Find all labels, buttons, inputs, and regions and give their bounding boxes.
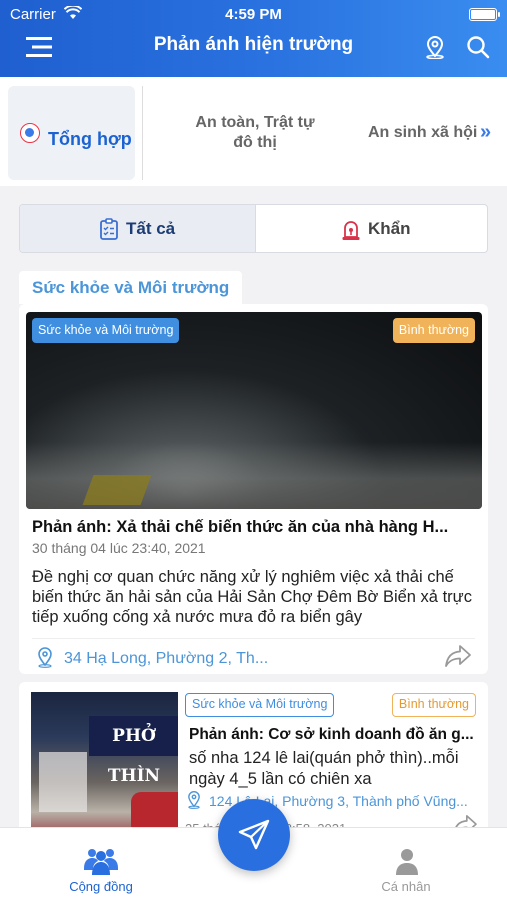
search-icon[interactable] <box>466 35 490 59</box>
share-icon[interactable] <box>444 644 472 668</box>
category-bar: Tổng hợp An toàn, Trật tự đô thị An sinh… <box>0 77 507 186</box>
location-pin-icon[interactable] <box>424 35 446 59</box>
tab-all[interactable]: Tất cả <box>20 205 255 252</box>
category-tab-tong-hop[interactable]: Tổng hợp <box>8 86 135 180</box>
category-badge: Sức khỏe và Môi trường <box>32 318 180 343</box>
status-bar: Carrier 4:59 PM <box>0 4 507 24</box>
post-thumbnail: PHỞ THÌN <box>31 692 178 842</box>
group-icon <box>84 849 118 875</box>
priority-badge: Bình thường <box>391 693 476 717</box>
nav-community[interactable]: Cộng đồng <box>40 828 162 900</box>
category-badge: Sức khỏe và Môi trường <box>185 693 335 717</box>
post-title: Phản ánh: Cơ sở kinh doanh đồ ăn g... <box>189 726 474 743</box>
post-description: Đề nghị cơ quan chức năng xử lý nghiêm v… <box>32 568 472 626</box>
app-header: Carrier 4:59 PM Phản ánh hiện trường <box>0 0 507 77</box>
shop-sign: PHỞ THÌN <box>89 716 178 786</box>
battery-icon <box>469 8 500 21</box>
tab-urgent[interactable]: Khẩn <box>255 205 487 252</box>
car <box>131 792 178 830</box>
map-pin-icon <box>38 647 52 668</box>
nav-community-label: Cộng đồng <box>69 879 133 894</box>
send-icon <box>238 819 270 850</box>
person-icon <box>396 849 418 875</box>
city-logo-icon <box>20 123 40 143</box>
post-location[interactable]: 34 Hạ Long, Phường 2, Th... <box>64 650 268 668</box>
map-pin-icon <box>188 791 200 809</box>
create-report-button[interactable] <box>218 799 290 871</box>
photo-highlight <box>82 475 152 505</box>
nav-personal[interactable]: Cá nhân <box>345 828 467 900</box>
tab-all-label: Tất cả <box>126 219 176 238</box>
post-card[interactable]: Sức khỏe và Môi trường Bình thường Phản … <box>19 304 488 674</box>
category-label-line1: An toàn, Trật tự <box>195 114 315 131</box>
post-description: số nha 124 lê lai(quán phở thìn)..mỗi ng… <box>189 749 459 788</box>
chevron-right-icon[interactable]: » <box>480 121 491 144</box>
category-label-line2: đô thị <box>233 134 277 151</box>
category-label: Tổng hợp <box>48 129 132 149</box>
divider <box>32 638 475 639</box>
category-tab-an-toan[interactable]: An toàn, Trật tự đô thị <box>170 113 340 153</box>
clock: 4:59 PM <box>225 6 282 23</box>
filter-tabs: Tất cả Khẩn <box>19 204 488 253</box>
clipboard-list-icon <box>100 218 118 240</box>
shop-window <box>39 752 87 812</box>
category-tab-an-sinh[interactable]: An sinh xã hội <box>368 124 477 142</box>
section-header: Sức khỏe và Môi trường <box>19 271 243 304</box>
priority-badge: Bình thường <box>392 318 475 343</box>
tab-urgent-label: Khẩn <box>368 219 411 238</box>
nav-personal-label: Cá nhân <box>381 879 431 894</box>
divider <box>142 86 143 180</box>
siren-icon <box>342 221 360 240</box>
post-date: 30 tháng 04 lúc 23:40, 2021 <box>32 540 206 556</box>
post-title: Phản ánh: Xả thải chế biến thức ăn của n… <box>32 518 449 536</box>
